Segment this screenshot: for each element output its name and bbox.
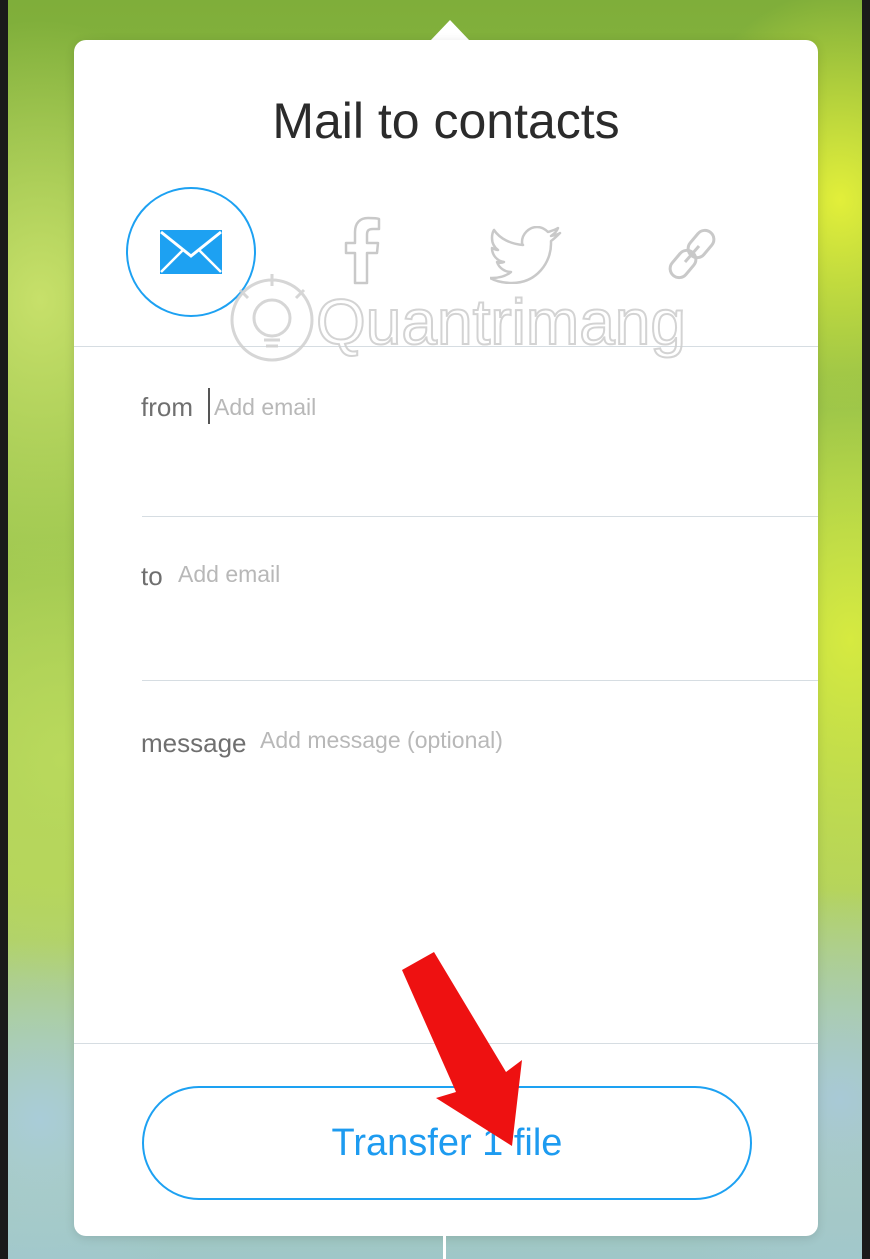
footer-divider xyxy=(74,1043,818,1044)
dialog-title: Mail to contacts xyxy=(272,93,620,149)
share-twitter-button[interactable] xyxy=(486,225,566,285)
transfer-button[interactable]: Transfer 1 file xyxy=(142,1086,752,1200)
from-divider xyxy=(142,516,818,517)
facebook-icon xyxy=(344,216,381,285)
share-facebook-button[interactable] xyxy=(336,215,386,285)
share-options xyxy=(74,185,818,320)
share-mail-button[interactable] xyxy=(126,187,256,317)
message-label: message xyxy=(141,728,247,758)
window-edge-left xyxy=(0,0,8,1259)
to-email-input[interactable] xyxy=(178,558,778,590)
message-input[interactable] xyxy=(260,724,790,756)
share-link-button[interactable] xyxy=(662,223,722,285)
share-divider xyxy=(74,346,818,347)
from-email-input[interactable] xyxy=(214,391,774,423)
from-label: from xyxy=(141,392,193,422)
dialog-pointer xyxy=(430,20,470,41)
twitter-icon xyxy=(490,226,562,284)
text-caret xyxy=(208,388,210,424)
mail-dialog: Mail to contacts from Add email to Add e… xyxy=(74,40,818,1236)
to-divider xyxy=(142,680,818,681)
dialog-stem xyxy=(443,1236,446,1259)
window-edge-right xyxy=(862,0,870,1259)
link-icon xyxy=(668,228,716,280)
to-label: to xyxy=(141,561,163,591)
mail-icon xyxy=(160,230,222,274)
